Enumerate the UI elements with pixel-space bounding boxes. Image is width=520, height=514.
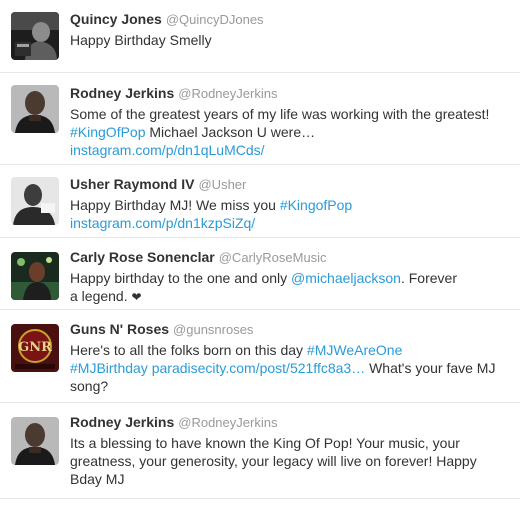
tweet-text: Happy Birthday MJ! We miss you #KingofPo… <box>70 196 506 232</box>
avatar-logo-text: GNR <box>18 340 52 355</box>
tweet-item[interactable]: Quincy Jones @QuincyDJones Happy Birthday… <box>0 0 520 73</box>
author-handle[interactable]: @RodneyJerkins <box>178 415 277 430</box>
tweet-header: Guns N' Roses @gunsnroses <box>70 320 506 339</box>
tweet-text-segment: . Forever <box>400 270 457 286</box>
tweet-text-segment: Happy Birthday Smelly <box>70 32 212 48</box>
quincy-jones-avatar-icon <box>11 12 59 60</box>
avatar[interactable] <box>11 85 59 133</box>
hashtag-link[interactable]: #KingofPop <box>280 197 352 213</box>
tweet-text-segment: Some of the greatest years of my life wa… <box>70 106 490 122</box>
tweet-text-segment: a legend. <box>70 288 132 304</box>
tweet-header: Usher Raymond IV @Usher <box>70 175 506 194</box>
carly-rose-avatar-icon <box>11 252 59 300</box>
tweet-item[interactable]: Usher Raymond IV @Usher Happy Birthday MJ… <box>0 165 520 238</box>
tweet-header: Rodney Jerkins @RodneyJerkins <box>70 84 506 103</box>
tweet-text: Some of the greatest years of my life wa… <box>70 105 506 159</box>
author-handle[interactable]: @Usher <box>198 177 246 192</box>
author-handle[interactable]: @gunsnroses <box>173 322 253 337</box>
mention-link[interactable]: @michaeljackson <box>291 270 401 286</box>
avatar[interactable]: GNR <box>11 324 59 372</box>
avatar[interactable] <box>11 417 59 465</box>
tweet-text-segment: Its a blessing to have known the King Of… <box>70 435 460 451</box>
tweet-url-link[interactable]: instagram.com/p/dn1qLuMCds/ <box>70 142 265 158</box>
tweet-url-link[interactable]: paradisecity.com/post/521ffc8a3… <box>152 360 366 376</box>
tweet-text-segment: Happy Birthday MJ! We miss you <box>70 197 280 213</box>
author-handle[interactable]: @RodneyJerkins <box>178 86 277 101</box>
author-handle[interactable]: @CarlyRoseMusic <box>219 250 327 265</box>
rodney-jerkins-avatar-icon <box>11 85 59 133</box>
tweet-text-segment: Here's to all the folks born on this day <box>70 342 307 358</box>
hashtag-link[interactable]: #KingOfPop <box>70 124 146 140</box>
tweet-text: Happy Birthday Smelly <box>70 31 506 49</box>
author-name[interactable]: Rodney Jerkins <box>70 414 174 430</box>
tweet-text-segment: song? <box>70 378 109 394</box>
tweet-text: Happy birthday to the one and only @mich… <box>70 269 506 306</box>
hashtag-link[interactable]: #MJBirthday <box>70 360 148 376</box>
author-name[interactable]: Quincy Jones <box>70 11 162 27</box>
tweet-item[interactable]: GNR Guns N' Roses @gunsnroses Here's to a… <box>0 310 520 403</box>
guns-n-roses-avatar-icon: GNR <box>11 324 59 372</box>
tweet-item[interactable]: Rodney Jerkins @RodneyJerkins Its a bless… <box>0 403 520 499</box>
avatar[interactable] <box>11 252 59 300</box>
author-name[interactable]: Carly Rose Sonenclar <box>70 249 215 265</box>
tweet-text-segment: Bday MJ <box>70 471 125 487</box>
tweet-text-segment: greatness, your generosity, your legacy … <box>70 453 477 469</box>
tweet-header: Carly Rose Sonenclar @CarlyRoseMusic <box>70 248 506 267</box>
tweet-text-segment: What's your fave MJ <box>365 360 496 376</box>
tweet-feed: Quincy Jones @QuincyDJones Happy Birthday… <box>0 0 520 499</box>
tweet-header: Rodney Jerkins @RodneyJerkins <box>70 413 506 432</box>
author-handle[interactable]: @QuincyDJones <box>166 12 264 27</box>
avatar[interactable] <box>11 12 59 60</box>
tweet-text: Here's to all the folks born on this day… <box>70 341 506 395</box>
heart-icon: ❤ <box>131 290 142 304</box>
author-name[interactable]: Rodney Jerkins <box>70 85 174 101</box>
author-name[interactable]: Guns N' Roses <box>70 321 169 337</box>
tweet-item[interactable]: Rodney Jerkins @RodneyJerkins Some of the… <box>0 73 520 165</box>
rodney-jerkins-avatar-icon <box>11 417 59 465</box>
tweet-header: Quincy Jones @QuincyDJones <box>70 10 506 29</box>
tweet-text: Its a blessing to have known the King Of… <box>70 434 506 488</box>
author-name[interactable]: Usher Raymond IV <box>70 176 194 192</box>
usher-avatar-icon <box>11 177 59 225</box>
avatar[interactable] <box>11 177 59 225</box>
tweet-url-link[interactable]: instagram.com/p/dn1kzpSiZq/ <box>70 215 255 231</box>
tweet-text-segment: Michael Jackson U were… <box>145 124 316 140</box>
hashtag-link[interactable]: #MJWeAreOne <box>307 342 402 358</box>
tweet-item[interactable]: Carly Rose Sonenclar @CarlyRoseMusic Happ… <box>0 238 520 310</box>
tweet-text-segment: Happy birthday to the one and only <box>70 270 292 286</box>
